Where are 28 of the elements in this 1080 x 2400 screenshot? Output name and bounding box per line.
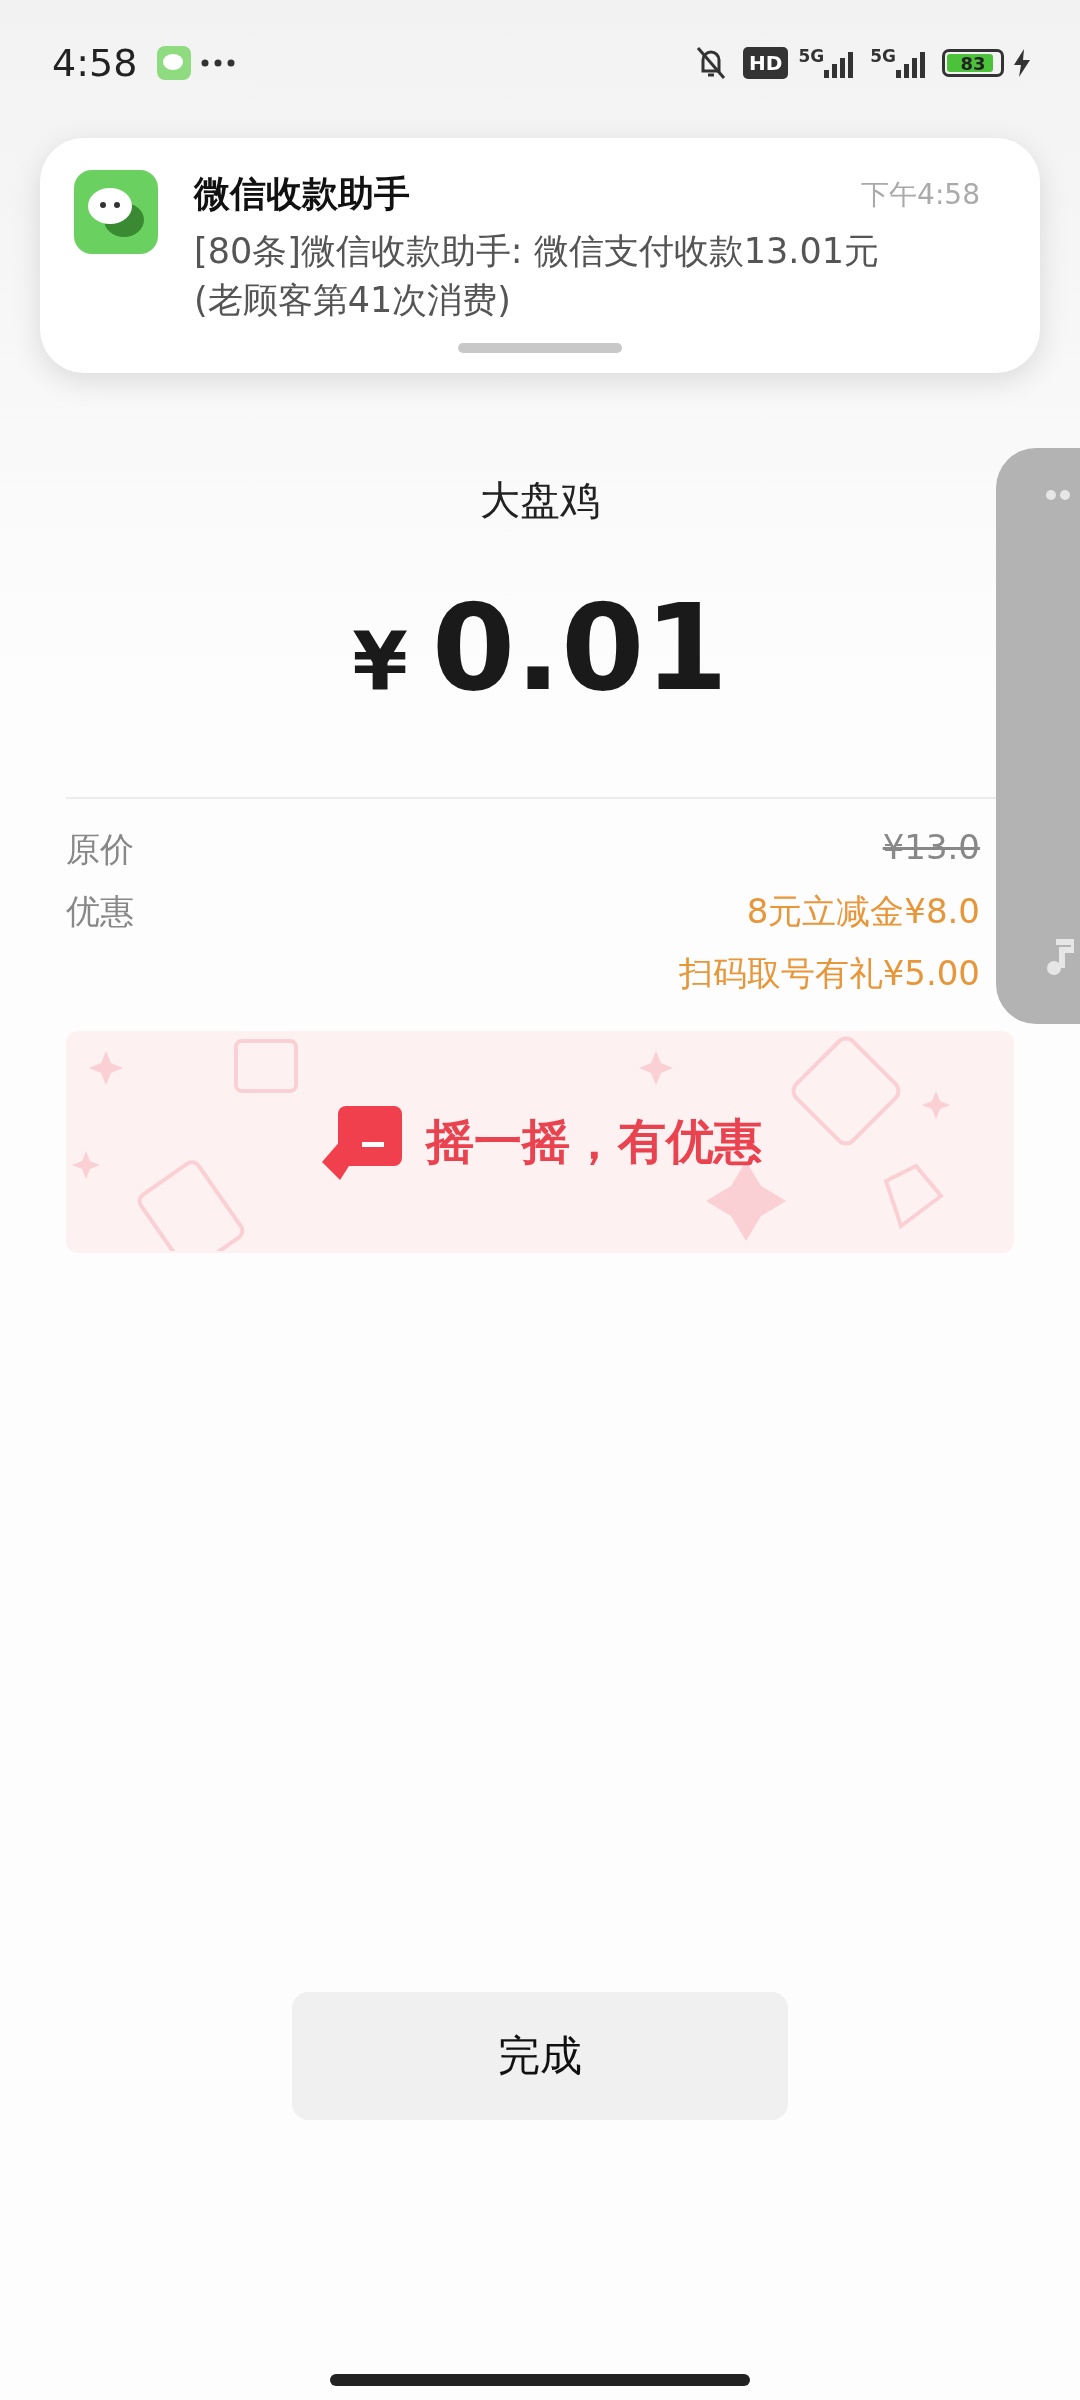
notification-app-name: 微信收款助手	[194, 172, 410, 216]
chat-bubble-icon	[157, 46, 192, 80]
home-indicator[interactable]	[330, 2374, 750, 2386]
shake-banner-text: 摇一摇，有优惠	[426, 1112, 762, 1171]
original-price-label: 原价	[66, 828, 134, 871]
music-note-icon	[1046, 938, 1074, 976]
done-button[interactable]: 完成	[292, 1992, 788, 2120]
notification-handle[interactable]	[458, 343, 622, 353]
charging-bolt-icon	[1014, 49, 1030, 77]
payment-amount: 0.01	[431, 578, 728, 717]
notification-time: 下午4:58	[861, 176, 980, 213]
more-dots-icon	[201, 59, 236, 67]
currency-symbol: ¥	[352, 615, 408, 708]
notification-card[interactable]: 微信收款助手 下午4:58 [80条]微信收款助手: 微信支付收款13.01元(老顾客第41次消费)	[40, 138, 1040, 373]
chat-app-icon	[74, 170, 158, 254]
status-time: 4:58	[52, 41, 138, 85]
discount-item: 扫码取号有礼¥5.00	[678, 952, 980, 995]
more-dots-icon	[1046, 490, 1070, 500]
notification-message: [80条]微信收款助手: 微信支付收款13.01元(老顾客第41次消费)	[194, 230, 880, 322]
original-price: ¥13.0	[882, 827, 980, 867]
network-label: 5G	[870, 46, 896, 66]
discount-label: 优惠	[66, 890, 134, 933]
network-label: 5G	[798, 46, 825, 66]
discount-item: 8元立减金¥8.0	[746, 890, 980, 933]
hd-badge: HD	[743, 47, 789, 79]
shake-banner[interactable]: 摇一摇，有优惠	[66, 1031, 1014, 1253]
merchant-name: 大盘鸡	[480, 476, 600, 525]
battery-percent: 83	[960, 52, 986, 74]
